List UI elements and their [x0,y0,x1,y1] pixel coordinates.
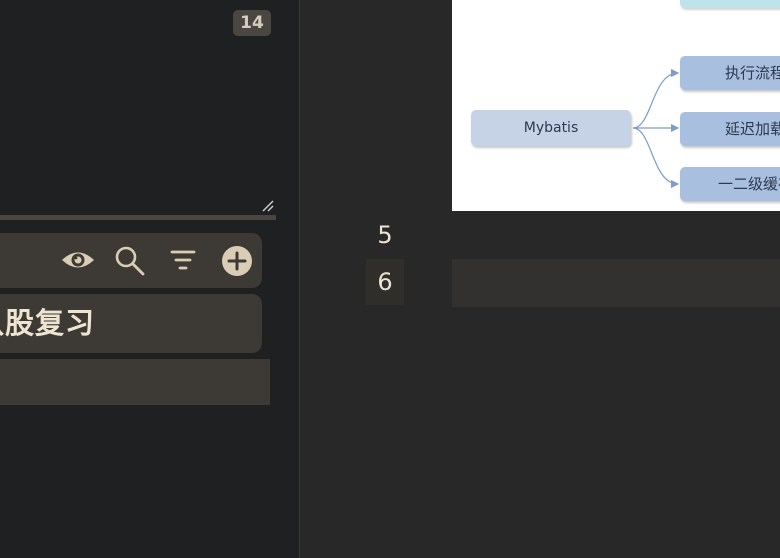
diagram-node-label: 延迟加载 [725,120,780,138]
diagram-node-child: 一二级缓存 [680,167,780,201]
diagram-node-label: 一二级缓存 [718,175,780,193]
list-item[interactable] [0,359,270,405]
search-icon[interactable] [114,245,146,277]
sidebar-panel: 14 八股复习 [0,0,299,558]
textarea-border [0,215,276,220]
filter-icon[interactable] [169,247,197,273]
eye-icon[interactable] [60,245,96,275]
diagram-node-label: 执行流程 [725,64,780,82]
line-number: 5 [377,221,393,249]
panel-divider[interactable] [299,0,300,558]
note-title-card[interactable]: 八股复习 [0,294,262,353]
editor-current-line[interactable] [452,259,780,307]
diagram-node-child: 延迟加载 [680,112,780,146]
sidebar-toolbar [0,233,262,288]
diagram-node-child: 执行流程 [680,56,780,90]
line-number-active: 6 [366,259,404,305]
diagram-node-root: Mybatis [471,110,631,146]
mybatis-diagram: Mybatis 执行流程 延迟加载 一二级缓存 [452,0,780,211]
resize-handle-icon[interactable] [261,199,275,213]
note-title: 八股复习 [0,306,96,340]
count-badge: 14 [233,10,271,36]
add-circle-icon[interactable] [221,245,253,277]
